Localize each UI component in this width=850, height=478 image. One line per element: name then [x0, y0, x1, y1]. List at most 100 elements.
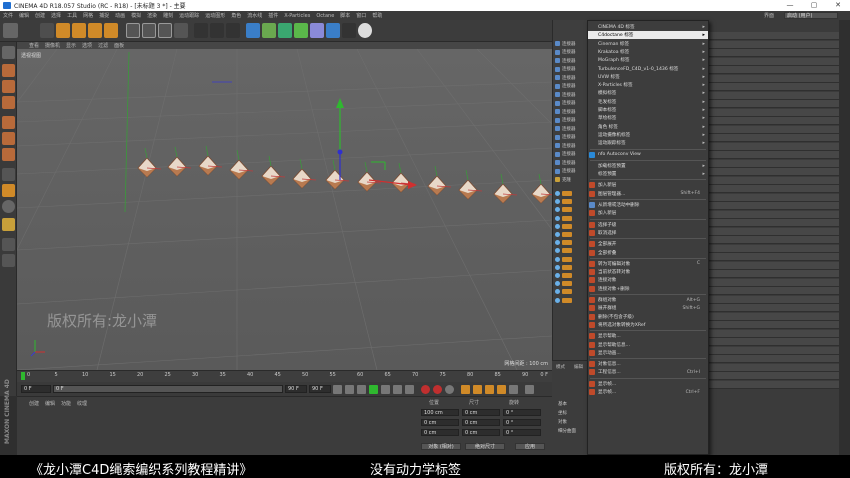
object-row[interactable]: 克隆 [555, 176, 588, 183]
menu-item[interactable]: 窗口 [356, 12, 366, 19]
context-menu-item[interactable]: 显示帮助信息... [588, 341, 708, 349]
tag-row[interactable] [555, 297, 588, 304]
right-panel-row[interactable] [709, 236, 839, 244]
context-menu-item[interactable]: 群组对象 Alt+G [588, 296, 708, 304]
snap-icon[interactable] [2, 200, 15, 213]
context-menu-item[interactable]: 显示动画... [588, 349, 708, 357]
axis-mode-icon[interactable] [2, 168, 15, 181]
right-panel-row[interactable] [709, 329, 839, 338]
right-panel-row[interactable] [709, 74, 839, 83]
right-panel-row[interactable] [709, 49, 839, 57]
tag-row[interactable] [555, 247, 588, 254]
object-row[interactable]: 连接器 [555, 108, 588, 115]
context-menu-item[interactable]: 图层管理器... Shift+F4 [588, 190, 708, 198]
cube-icon[interactable] [246, 23, 260, 38]
right-panel-row[interactable] [709, 83, 839, 91]
right-panel-row[interactable] [709, 108, 839, 117]
tag-row[interactable] [555, 239, 588, 246]
coord-field[interactable]: 100 cm [421, 409, 459, 416]
right-panel-row[interactable] [709, 295, 839, 304]
attr-tab[interactable]: 细分曲面 [558, 428, 576, 434]
right-scrollbar[interactable] [839, 20, 850, 455]
context-menu-item[interactable]: 显示帧... Ctrl+F [588, 388, 708, 396]
right-panel-row[interactable] [709, 125, 839, 134]
right-panel-row[interactable] [709, 91, 839, 100]
context-menu-item[interactable]: 标签预置 ▸ [588, 170, 708, 178]
menu-item[interactable]: 运动图形 [205, 12, 225, 19]
context-menu-item[interactable]: TurbulenceFD_C4D_v1-0_1436 标签 ▸ [588, 65, 708, 73]
next-frame-icon[interactable] [381, 385, 390, 394]
right-panel-row[interactable] [709, 117, 839, 125]
minimize-button[interactable]: — [778, 0, 802, 11]
record-icon[interactable] [421, 385, 430, 394]
object-row[interactable]: 连接器 [555, 57, 588, 64]
x-axis-icon[interactable] [126, 23, 140, 38]
object-row[interactable]: 连接器 [555, 83, 588, 90]
menu-item[interactable]: 网格 [83, 12, 93, 19]
tag-row[interactable] [555, 272, 588, 279]
material-menu-item[interactable]: 编辑 [45, 400, 55, 407]
context-menu-item[interactable]: Krakatoa 标签 ▸ [588, 48, 708, 56]
context-menu-item[interactable]: 加载标签预置 ▸ [588, 162, 708, 170]
object-row[interactable]: 连接器 [555, 151, 588, 158]
go-to-end-icon[interactable] [405, 385, 414, 394]
coord-system-icon[interactable] [174, 23, 188, 38]
menu-item[interactable]: 帮助 [372, 12, 382, 19]
keyframe-selection-icon[interactable] [445, 385, 454, 394]
coord-mode-dropdown[interactable]: 对象 (相对) [421, 443, 461, 450]
material-menu-item[interactable]: 功能 [61, 400, 71, 407]
tag-row[interactable] [555, 190, 588, 197]
context-menu-item[interactable]: 从新增或活动中删除 [588, 201, 708, 209]
menu-item[interactable]: 编辑 [19, 12, 29, 19]
model-mode-icon[interactable] [2, 64, 15, 77]
right-panel-row[interactable] [709, 372, 839, 380]
apply-button[interactable]: 应用 [515, 443, 545, 450]
context-menu-item[interactable]: 当前状态转对象 [588, 268, 708, 276]
context-menu-item[interactable]: 工程信息... Ctrl+I [588, 368, 708, 376]
coord-field[interactable]: 0 cm [462, 419, 500, 426]
menu-item[interactable]: 动画 [115, 12, 125, 19]
deformer-icon[interactable] [310, 23, 324, 38]
context-menu-item[interactable]: 对象信息... [588, 360, 708, 368]
menu-item[interactable]: Octane [316, 13, 334, 19]
menu-item[interactable]: 创建 [35, 12, 45, 19]
prev-frame-icon[interactable] [357, 385, 366, 394]
menu-item[interactable]: 插件 [268, 12, 278, 19]
right-panel-row[interactable] [709, 40, 839, 49]
end-frame-field[interactable]: 90 F [285, 385, 307, 393]
right-panel-row[interactable] [709, 346, 839, 355]
next-key-icon[interactable] [393, 385, 402, 394]
live-select-icon[interactable] [40, 23, 54, 38]
context-menu-item[interactable]: X-Particles 标签 ▸ [588, 81, 708, 89]
coord-field[interactable]: 0 cm [421, 429, 459, 436]
context-menu-item[interactable]: 连接对象 [588, 276, 708, 284]
key-position-icon[interactable] [461, 385, 470, 394]
menu-item[interactable]: 工具 [67, 12, 77, 19]
object-row[interactable]: 连接器 [555, 117, 588, 124]
right-panel-row[interactable] [709, 100, 839, 108]
make-editable-icon[interactable] [2, 46, 15, 59]
camera-icon[interactable] [342, 23, 356, 38]
close-button[interactable]: ✕ [826, 0, 850, 11]
context-menu-item[interactable]: 运动摄像机标签 ▸ [588, 131, 708, 139]
layout-dropdown[interactable]: 启动 (用户) [784, 12, 838, 19]
right-panel-row[interactable] [709, 321, 839, 329]
right-panel-row[interactable] [709, 134, 839, 142]
right-panel-row[interactable] [709, 304, 839, 312]
menu-item[interactable]: 渲染 [147, 12, 157, 19]
context-menu-item[interactable]: 连接对象+删除 [588, 285, 708, 293]
object-row[interactable]: 连接器 [555, 100, 588, 107]
go-to-start-icon[interactable] [333, 385, 342, 394]
right-panel-row[interactable] [709, 176, 839, 185]
attr-tab[interactable]: 对象 [558, 419, 567, 425]
context-menu-item[interactable]: 加入新层 [588, 181, 708, 189]
timeline-ruler[interactable]: 0 F 0 5 10 15 20 25 30 35 40 45 50 55 60 65 70 75 80 85 90 [17, 370, 552, 382]
context-menu-item[interactable]: MoGraph 标签 ▸ [588, 56, 708, 64]
size-mode-dropdown[interactable]: 绝对尺寸 [465, 443, 505, 450]
render-settings-icon[interactable] [226, 23, 240, 38]
menu-item[interactable]: 流水线 [247, 12, 262, 19]
context-menu-item[interactable]: 取消选择 [588, 229, 708, 237]
lock-workplane-icon[interactable] [2, 218, 15, 231]
rotate-icon[interactable] [88, 23, 102, 38]
object-row[interactable]: 连接器 [555, 125, 588, 132]
